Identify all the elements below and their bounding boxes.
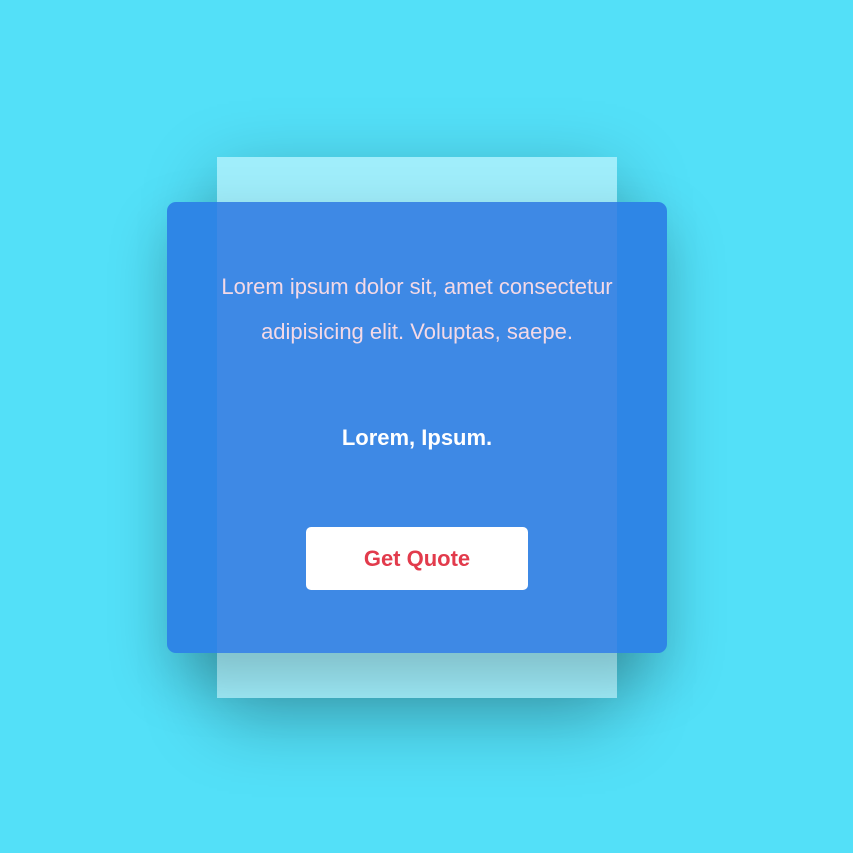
quote-card: Lorem ipsum dolor sit, amet consectetur … [167,202,667,653]
card-content: Lorem ipsum dolor sit, amet consectetur … [167,202,667,653]
quote-author: Lorem, Ipsum. [341,425,493,450]
quote-message: Lorem ipsum dolor sit, amet consectetur … [221,274,613,344]
get-quote-button[interactable]: Get Quote [306,527,528,590]
page-stage: Lorem ipsum dolor sit, amet consectetur … [0,0,853,853]
